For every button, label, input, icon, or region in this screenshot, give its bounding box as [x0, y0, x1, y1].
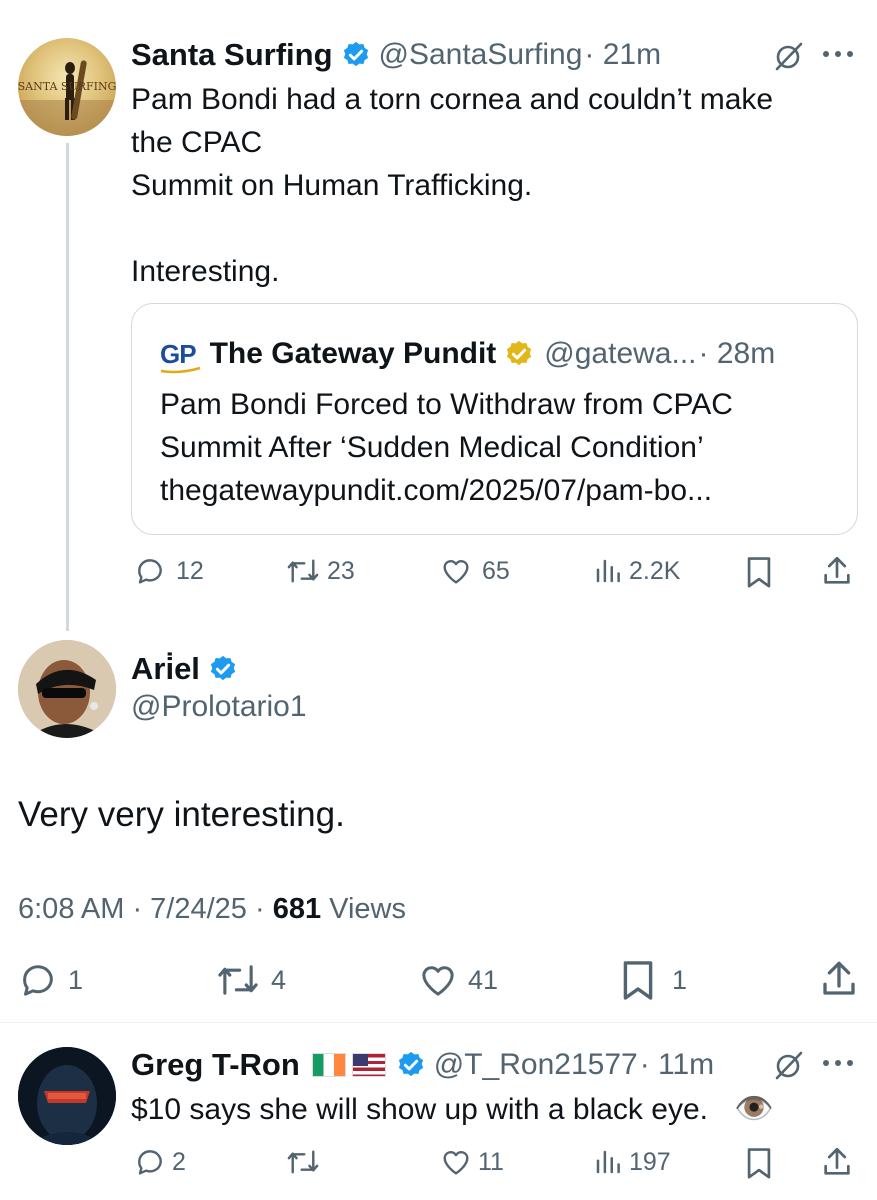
author-handle[interactable]: @Prolotario1 — [131, 690, 307, 724]
quote-line: Pam Bondi Forced to Withdraw from CPAC — [160, 388, 733, 421]
retweet-icon — [287, 1150, 319, 1174]
more-options-icon[interactable] — [820, 48, 856, 60]
like-count: 65 — [482, 556, 510, 585]
bookmark-icon — [623, 961, 653, 1000]
grok-slash-icon[interactable] — [773, 40, 805, 72]
tweet3-text: $10 says she will show up with a black e… — [131, 1093, 708, 1126]
tweet2-text: Very very interesting. — [18, 795, 345, 834]
retweet-button[interactable]: 4 — [215, 960, 286, 1000]
quote-author-handle[interactable]: @gatewa... — [544, 337, 696, 371]
quote-line: Summit After ‘Sudden Medical Condition’ — [160, 431, 704, 464]
more-options-icon[interactable] — [820, 1057, 856, 1069]
tweet1-text: Pam Bondi had a torn cornea and couldn’t… — [131, 78, 851, 293]
usa-flag-icon — [351, 1053, 386, 1077]
reply-count: 2 — [172, 1147, 186, 1176]
section-divider — [0, 1022, 877, 1023]
timestamp[interactable]: 6:08 AM · 7/24/25 · — [18, 893, 273, 925]
tweet1-line: Pam Bondi had a torn cornea and couldn’t… — [131, 83, 774, 116]
grok-slash-icon[interactable] — [773, 1049, 805, 1081]
quote-link[interactable]: thegatewaypundit.com/2025/07/pam-bo... — [160, 469, 840, 512]
quote-header: GP The Gateway Pundit @gatewa... · 28m — [160, 334, 775, 374]
share-icon[interactable] — [820, 554, 854, 588]
heart-icon — [422, 966, 454, 996]
svg-text:SANTA SURFING: SANTA SURFING — [18, 80, 116, 93]
author-name[interactable]: Santa Surfing — [131, 37, 333, 73]
post-time[interactable]: · 11m — [640, 1048, 714, 1082]
person-avatar-icon — [18, 640, 116, 738]
reply-count: 12 — [176, 556, 204, 585]
helmet-avatar-icon — [18, 1047, 116, 1145]
heart-icon — [443, 559, 469, 584]
bookmark-count: 1 — [672, 964, 688, 995]
retweet-icon — [218, 965, 258, 995]
tweet1-line: Summit on Human Trafficking. — [131, 169, 533, 202]
bookmark-icon[interactable] — [744, 1146, 774, 1180]
retweet-button[interactable]: 23 — [285, 555, 355, 587]
retweet-icon — [287, 559, 319, 583]
author-name[interactable]: Greg T-Ron — [131, 1047, 300, 1083]
ireland-flag-icon — [311, 1053, 346, 1077]
views-chart-icon — [596, 1150, 620, 1174]
quote-text: Pam Bondi Forced to Withdraw from CPAC S… — [160, 383, 840, 512]
views-button[interactable]: 197 — [593, 1146, 671, 1178]
gateway-pundit-logo[interactable]: GP — [160, 339, 197, 370]
like-count: 11 — [478, 1147, 504, 1176]
post-time[interactable]: · 21m — [584, 38, 661, 72]
views-chart-icon — [596, 559, 620, 583]
reply-count: 1 — [68, 964, 84, 995]
tweet1-header: Santa Surfing @SantaSurfing · 21m — [131, 35, 661, 75]
reply-button[interactable]: 1 — [18, 960, 83, 1000]
bookmark-button[interactable]: 1 — [620, 958, 687, 1002]
verified-badge-icon — [343, 41, 368, 67]
like-count: 41 — [468, 964, 499, 995]
gateway-logo-swoosh-icon — [160, 366, 201, 374]
surfer-silhouette-icon: SANTA SURFING — [18, 60, 116, 136]
gold-verified-badge-icon — [507, 340, 532, 366]
reply-button[interactable]: 12 — [134, 555, 204, 587]
tweet3-text-row: $10 says she will show up with a black e… — [131, 1087, 871, 1131]
reply-icon — [23, 965, 53, 996]
verified-badge-icon — [398, 1051, 423, 1077]
views-button[interactable]: 2.2K — [593, 555, 680, 587]
views-count: 681 — [272, 893, 322, 925]
retweet-button[interactable] — [285, 1146, 321, 1178]
share-icon[interactable] — [820, 1145, 854, 1179]
tweet2-header: Ari̇el — [131, 649, 238, 689]
ariel-avatar[interactable] — [18, 640, 116, 738]
author-name[interactable]: Ari̇el — [131, 651, 200, 687]
tweet3-header: Greg T-Ron @T_Ron21577 · 11m — [131, 1045, 714, 1085]
views-count: 197 — [629, 1147, 671, 1176]
author-handle[interactable]: @T_Ron21577 — [434, 1048, 638, 1082]
thread-line — [66, 143, 69, 631]
views-label: Views — [321, 893, 406, 925]
retweet-count: 4 — [271, 964, 287, 995]
bookmark-icon[interactable] — [744, 555, 774, 589]
quote-post-time[interactable]: · 28m — [699, 337, 776, 371]
verified-badge-icon — [210, 655, 236, 681]
like-button[interactable]: 65 — [440, 555, 510, 587]
reply-icon — [138, 1150, 162, 1175]
retweet-count: 23 — [327, 556, 355, 585]
reply-button[interactable]: 2 — [134, 1146, 186, 1178]
author-handle[interactable]: @SantaSurfing — [379, 38, 583, 72]
santa-surfing-avatar[interactable]: SANTA SURFING — [18, 38, 116, 136]
heart-icon — [443, 1150, 469, 1175]
greg-tron-avatar[interactable] — [18, 1047, 116, 1145]
tweet1-line: Interesting. — [131, 255, 280, 288]
views-count: 2.2K — [629, 556, 681, 585]
tweet2-timestamp-row: 6:08 AM · 7/24/25 · 681 Views — [18, 893, 406, 926]
quote-author-name[interactable]: The Gateway Pundit — [210, 337, 497, 371]
like-button[interactable]: 11 — [440, 1146, 504, 1178]
like-button[interactable]: 41 — [418, 960, 498, 1000]
tweet1-line: the CPAC — [131, 126, 263, 159]
share-icon[interactable] — [818, 958, 860, 1000]
reply-icon — [138, 559, 162, 584]
eye-emoji: 👁️ — [734, 1090, 775, 1126]
